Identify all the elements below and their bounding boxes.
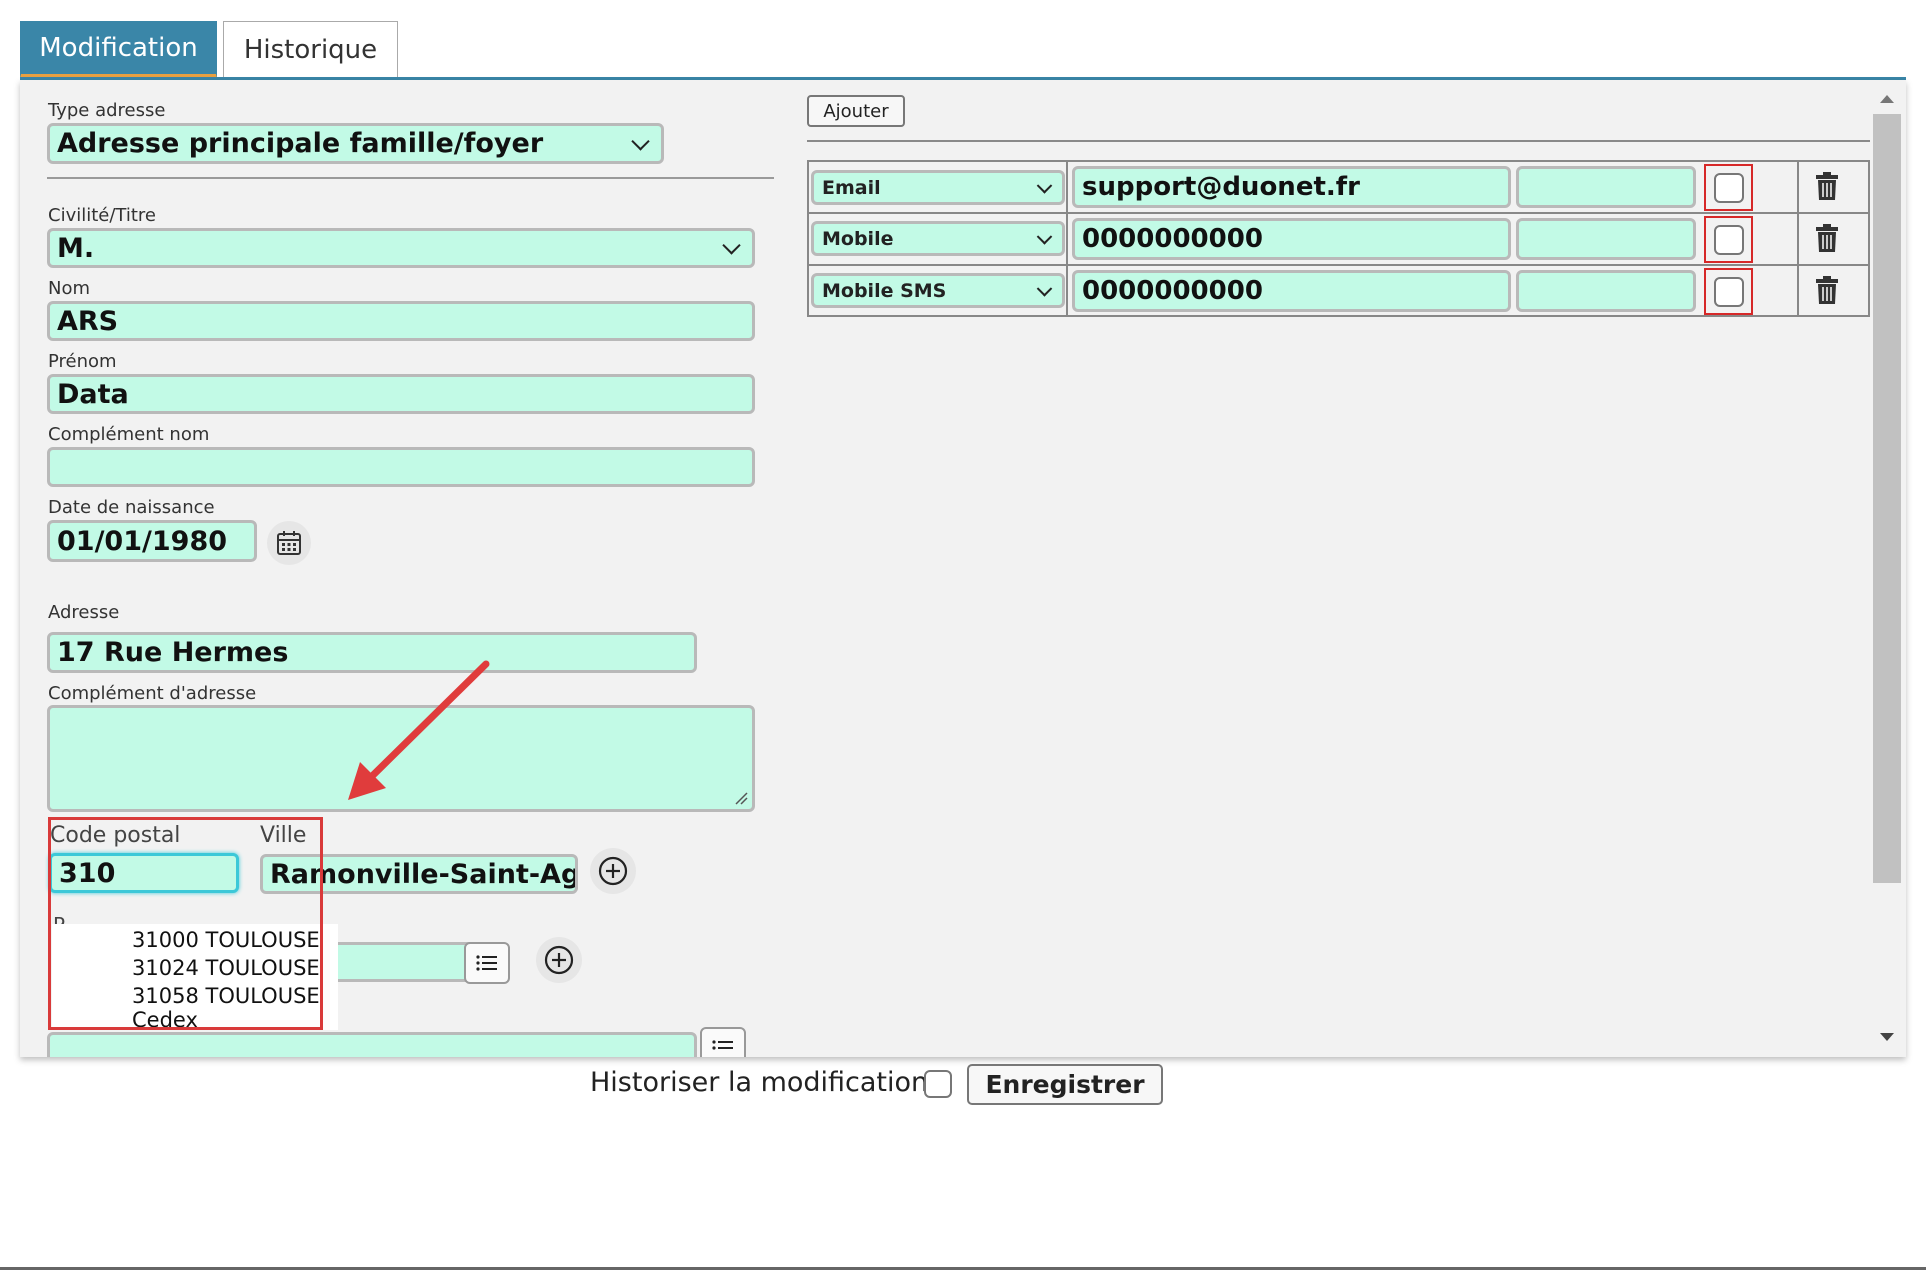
- add-button[interactable]: [536, 937, 582, 983]
- date-naissance-input[interactable]: 01/01/1980: [47, 520, 257, 562]
- contact-checkbox[interactable]: [1713, 276, 1744, 307]
- resize-handle-icon[interactable]: [734, 791, 748, 805]
- plus-circle-icon: [544, 945, 574, 975]
- contact-type-value: Mobile: [822, 227, 894, 250]
- complement-nom-input[interactable]: [47, 447, 755, 487]
- table-row-divider: [807, 264, 1870, 266]
- contact-extra-input[interactable]: [1516, 270, 1696, 312]
- contact-value-input[interactable]: 0000000000: [1072, 218, 1511, 260]
- tab-historique[interactable]: Historique: [223, 21, 398, 78]
- nom-label: Nom: [48, 278, 91, 299]
- trash-icon: [1816, 172, 1838, 200]
- delete-button[interactable]: [1814, 275, 1840, 309]
- date-naissance-value: 01/01/1980: [57, 525, 228, 557]
- list-button-bottom[interactable]: [700, 1027, 746, 1057]
- contact-checkbox[interactable]: [1713, 224, 1744, 255]
- prenom-value: Data: [57, 378, 129, 410]
- add-city-button[interactable]: [590, 848, 636, 894]
- tab-historique-label: Historique: [243, 35, 378, 65]
- delete-button[interactable]: [1814, 171, 1840, 205]
- complement-adresse-label: Complément d'adresse: [48, 683, 257, 704]
- prenom-label: Prénom: [48, 351, 117, 372]
- table-divider: [1797, 160, 1799, 317]
- contact-checkbox[interactable]: [1713, 172, 1744, 203]
- contact-value-input[interactable]: support@duonet.fr: [1072, 166, 1511, 208]
- contact-type-value: Email: [822, 176, 881, 199]
- annotation-arrow-icon: [348, 660, 490, 800]
- calendar-icon: [277, 531, 301, 555]
- contact-type-select[interactable]: Mobile: [811, 221, 1065, 256]
- nom-input[interactable]: ARS: [47, 301, 755, 341]
- scroll-up-icon[interactable]: [1877, 92, 1897, 106]
- add-contact-label: Ajouter: [823, 100, 889, 122]
- list-button[interactable]: [464, 942, 510, 984]
- table-divider: [1066, 160, 1068, 317]
- divider: [807, 140, 1870, 142]
- civilite-select[interactable]: M.: [47, 228, 755, 268]
- complement-nom-label: Complément nom: [48, 424, 210, 445]
- contact-checkbox-wrap: [1704, 216, 1753, 263]
- contact-checkbox-wrap: [1704, 164, 1753, 211]
- trash-icon: [1816, 276, 1838, 304]
- chevron-down-icon: [1036, 280, 1053, 297]
- contact-extra-input[interactable]: [1516, 166, 1696, 208]
- list-icon: [476, 955, 497, 971]
- delete-button[interactable]: [1814, 223, 1840, 257]
- chevron-down-icon: [1036, 177, 1053, 194]
- type-adresse-value: Adresse principale famille/foyer: [57, 128, 544, 159]
- adresse-label: Adresse: [48, 602, 120, 623]
- plus-circle-icon: [598, 856, 628, 886]
- contact-extra-input[interactable]: [1516, 218, 1696, 260]
- chevron-down-icon: [1036, 228, 1053, 245]
- civilite-value: M.: [57, 232, 95, 264]
- type-adresse-label: Type adresse: [48, 100, 166, 121]
- prenom-input[interactable]: Data: [47, 374, 755, 414]
- scrollbar-thumb[interactable]: [1873, 114, 1901, 883]
- chevron-down-icon: [722, 236, 741, 255]
- tab-modification-label: Modification: [39, 33, 198, 63]
- save-button[interactable]: Enregistrer: [967, 1064, 1163, 1105]
- scroll-down-icon[interactable]: [1877, 1030, 1897, 1044]
- divider: [47, 177, 774, 179]
- trash-icon: [1816, 224, 1838, 252]
- save-button-label: Enregistrer: [985, 1070, 1145, 1099]
- add-contact-button[interactable]: Ajouter: [807, 95, 905, 127]
- contact-type-value: Mobile SMS: [822, 279, 947, 302]
- civilite-label: Civilité/Titre: [48, 205, 156, 226]
- contact-type-select[interactable]: Email: [811, 170, 1065, 205]
- table-row-divider: [807, 212, 1870, 214]
- contact-type-select[interactable]: Mobile SMS: [811, 273, 1065, 308]
- bottom-field-input[interactable]: [47, 1032, 697, 1057]
- contact-value: 0000000000: [1082, 224, 1263, 254]
- contact-checkbox-wrap: [1704, 268, 1753, 315]
- contact-value: 0000000000: [1082, 276, 1263, 306]
- calendar-button[interactable]: [267, 521, 311, 565]
- historiser-label: Historiser la modification: [590, 1067, 929, 1098]
- annotation-highlight-box: [48, 817, 323, 1030]
- list-icon: [712, 1040, 733, 1050]
- contact-value-input[interactable]: 0000000000: [1072, 270, 1511, 312]
- tab-modification[interactable]: Modification: [20, 21, 217, 78]
- type-adresse-select[interactable]: Adresse principale famille/foyer: [47, 123, 664, 164]
- contact-value: support@duonet.fr: [1082, 172, 1360, 202]
- nom-value: ARS: [57, 305, 119, 337]
- date-naissance-label: Date de naissance: [48, 497, 215, 518]
- adresse-value: 17 Rue Hermes: [57, 637, 289, 668]
- historiser-checkbox[interactable]: [924, 1070, 952, 1098]
- form-panel: Type adresse Adresse principale famille/…: [20, 80, 1906, 1057]
- chevron-down-icon: [631, 131, 650, 151]
